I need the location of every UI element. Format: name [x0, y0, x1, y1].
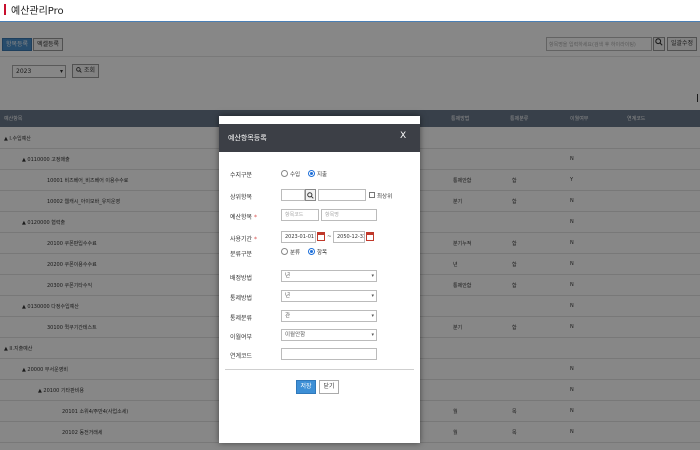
period-end-input[interactable]: 2050-12-31 [333, 231, 365, 243]
period-label: 사용기간 * [230, 236, 258, 243]
required-mark: * [254, 214, 258, 221]
parent-item-code-input[interactable] [281, 189, 305, 201]
budget-item-dialog: 예산항목등록 X 수지구분 수입 지출 상위항목 최상위 예산항목 * 항목코드… [219, 116, 420, 443]
carryover-value: 이월안함 [285, 332, 306, 338]
brand-mark [4, 4, 6, 15]
parent-item-label: 상위항목 [230, 194, 253, 201]
top-level-checkbox[interactable] [369, 192, 375, 198]
period-separator: ~ [327, 234, 332, 240]
allocation-method-value: 년 [285, 273, 291, 279]
budget-item-code-input[interactable]: 항목코드 [281, 209, 319, 221]
app-header: 예산관리Pro [0, 0, 700, 22]
category-type-radio-item[interactable] [308, 248, 315, 255]
carryover-label: 이월여부 [230, 334, 253, 341]
income-type-radio-expense[interactable] [308, 170, 315, 177]
calendar-icon[interactable] [366, 232, 374, 241]
control-class-select[interactable]: 관 ▾ [281, 310, 377, 322]
chevron-down-icon: ▾ [371, 273, 374, 279]
income-type-option-income: 수입 [290, 172, 301, 178]
category-type-label: 분류구분 [230, 251, 253, 258]
control-class-label: 통제분류 [230, 315, 253, 322]
dialog-body: 수지구분 수입 지출 상위항목 최상위 예산항목 * 항목코드 항목명 사용기간… [219, 152, 420, 443]
chevron-down-icon: ▾ [371, 332, 374, 338]
dialog-close-button[interactable]: X [400, 131, 406, 141]
control-class-value: 관 [285, 313, 291, 319]
chevron-down-icon: ▾ [371, 293, 374, 299]
search-icon [307, 192, 314, 199]
required-mark: * [254, 236, 258, 243]
calendar-icon[interactable] [317, 232, 325, 241]
category-type-radio-class[interactable] [281, 248, 288, 255]
income-type-option-expense: 지출 [317, 172, 328, 178]
control-method-select[interactable]: 년 ▾ [281, 290, 377, 302]
allocation-method-select[interactable]: 년 ▾ [281, 270, 377, 282]
category-type-option-item: 항목 [317, 250, 328, 256]
chevron-down-icon: ▾ [371, 313, 374, 319]
budget-item-label: 예산항목 * [230, 214, 258, 221]
link-code-input[interactable] [281, 348, 377, 360]
dialog-header: 예산항목등록 X [219, 124, 420, 152]
top-level-label: 최상위 [377, 194, 393, 200]
cancel-button[interactable]: 닫기 [319, 380, 339, 394]
carryover-select[interactable]: 이월안함 ▾ [281, 329, 377, 341]
app-title: 예산관리Pro [11, 6, 64, 17]
save-button[interactable]: 저장 [296, 380, 316, 394]
dialog-divider [225, 369, 414, 370]
dialog-title: 예산항목등록 [228, 134, 267, 142]
control-method-value: 년 [285, 293, 291, 299]
parent-item-name-input[interactable] [318, 189, 366, 201]
control-method-label: 통제방법 [230, 295, 253, 302]
category-type-option-class: 분류 [290, 250, 301, 256]
income-type-radio-income[interactable] [281, 170, 288, 177]
budget-item-name-input[interactable]: 항목명 [321, 209, 377, 221]
period-start-input[interactable]: 2023-01-01 [281, 231, 316, 243]
link-code-label: 연계코드 [230, 353, 253, 360]
allocation-method-label: 배정방법 [230, 275, 253, 282]
parent-item-search-button[interactable] [305, 189, 316, 201]
income-type-label: 수지구분 [230, 172, 253, 179]
